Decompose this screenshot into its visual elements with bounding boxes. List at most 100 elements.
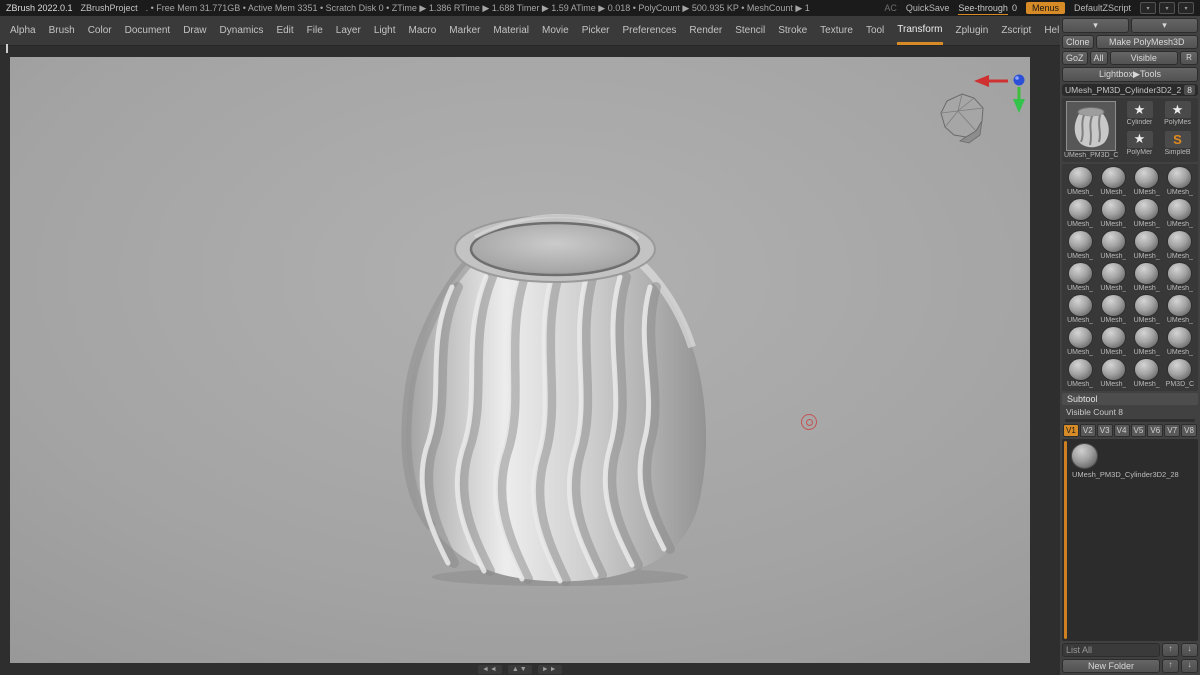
tool-thumbnail[interactable]: UMesh_ [1064,262,1096,293]
new-folder-button[interactable]: New Folder [1062,659,1160,673]
visibility-tab[interactable]: V5 [1130,424,1147,437]
canvas-scroll-vertical[interactable]: ▲▼ [507,665,532,674]
subtool-header[interactable]: Subtool [1062,393,1198,405]
tool-thumbnail[interactable]: UMesh_ [1131,262,1163,293]
menu-item[interactable]: Texture [820,16,853,45]
mesh-preview-head[interactable] [936,91,988,147]
menu-item[interactable]: Draw [183,16,206,45]
menu-item[interactable]: File [307,16,323,45]
tool-thumbnail[interactable]: UMesh_ [1164,262,1196,293]
menu-item[interactable]: Stencil [735,16,765,45]
menu-item[interactable]: Layer [336,16,361,45]
subtool-move-icon[interactable]: ↑ [1162,643,1179,657]
menu-item[interactable]: Dynamics [220,16,264,45]
tool-thumbnail[interactable]: UMesh_ [1164,166,1196,197]
palette-flyout-button[interactable]: ▾ [1131,18,1198,33]
sculpt-model-vase[interactable] [380,187,720,587]
quicksave-button[interactable]: QuickSave [906,3,950,13]
subtool-move-icon[interactable]: ↓ [1181,643,1198,657]
tool-thumbnail[interactable]: UMesh_ [1131,230,1163,261]
tool-thumbnail[interactable]: UMesh_ [1097,262,1129,293]
viewport-canvas[interactable] [10,57,1030,663]
folder-move-icon[interactable]: ↓ [1181,659,1198,673]
menu-item[interactable]: Transform [897,16,943,45]
active-tool-thumb[interactable]: UMesh_PM3D_C [1064,101,1118,159]
visibility-tab[interactable]: V2 [1079,424,1096,437]
tool-thumbnail[interactable]: UMesh_ [1097,294,1129,325]
menu-item[interactable]: Zscript [1001,16,1031,45]
menu-item[interactable]: Brush [49,16,75,45]
visibility-tab[interactable]: V1 [1063,424,1079,437]
subtool-scrollbar[interactable] [1064,441,1067,639]
tool-thumbnail[interactable]: UMesh_ [1097,358,1129,389]
menu-item[interactable]: Material [493,16,529,45]
menu-item[interactable]: Zplugin [956,16,989,45]
menu-item[interactable]: Color [88,16,112,45]
subtool-list[interactable]: UMesh_PM3D_Cylinder3D2_28 [1062,439,1198,641]
panel-dropdown-icon[interactable]: ▾ [1159,2,1175,14]
menu-item[interactable]: Preferences [622,16,676,45]
menu-item[interactable]: Picker [582,16,610,45]
panel-dropdown-icon[interactable]: ▾ [1178,2,1194,14]
menu-item[interactable]: Tool [866,16,884,45]
tool-thumbnail[interactable]: UMesh_ [1064,326,1096,357]
menus-button[interactable]: Menus [1025,2,1065,14]
tool-thumbnail[interactable]: UMesh_ [1164,230,1196,261]
tool-thumbnail[interactable]: UMesh_ [1064,198,1096,229]
subtool-item[interactable]: UMesh_PM3D_Cylinder3D2_28 [1072,444,1194,479]
tool-thumbnail[interactable]: PM3D_C [1164,358,1196,389]
tool-thumbnail[interactable]: UMesh_ [1164,294,1196,325]
recent-tool-cell[interactable]: ★ PolyMes [1159,101,1196,130]
palette-flyout-button[interactable]: ▾ [1062,18,1129,33]
tool-thumbnail[interactable]: UMesh_ [1164,198,1196,229]
default-zscript-button[interactable]: DefaultZScript [1074,3,1131,13]
tool-thumbnail[interactable]: UMesh_ [1164,326,1196,357]
tool-thumbnail[interactable]: UMesh_ [1131,358,1163,389]
clone-button[interactable]: Clone [1062,35,1094,49]
visibility-tab[interactable]: V7 [1164,424,1181,437]
visibility-tab[interactable]: V8 [1181,424,1197,437]
make-polymesh3d-button[interactable]: Make PolyMesh3D [1095,35,1198,49]
lightbox-tools-button[interactable]: Lightbox▶Tools [1062,67,1198,82]
tool-thumbnail[interactable]: UMesh_ [1097,166,1129,197]
menu-item[interactable]: Stroke [778,16,807,45]
goz-button[interactable]: GoZ [1062,51,1088,65]
menu-item[interactable]: Macro [409,16,437,45]
tool-thumbnail[interactable]: UMesh_ [1097,326,1129,357]
visible-count-track[interactable] [1065,419,1195,422]
visibility-tab[interactable]: V3 [1096,424,1113,437]
current-tool-name[interactable]: UMesh_PM3D_Cylinder3D2_2 8 [1062,84,1198,96]
tool-thumbnail[interactable]: UMesh_ [1064,230,1096,261]
folder-move-icon[interactable]: ↑ [1162,659,1179,673]
menu-item[interactable]: Edit [276,16,293,45]
menu-item[interactable]: Alpha [10,16,36,45]
tool-thumbnail[interactable]: UMesh_ [1064,294,1096,325]
tool-thumbnail[interactable]: UMesh_ [1064,166,1096,197]
canvas-scroll-left[interactable]: ◄◄ [478,665,502,674]
tool-thumbnail[interactable]: UMesh_ [1064,358,1096,389]
menu-item[interactable]: Document [125,16,171,45]
visibility-tab[interactable]: V6 [1147,424,1164,437]
goz-visible-button[interactable]: Visible [1109,51,1178,65]
tool-thumbnail[interactable]: UMesh_ [1097,230,1129,261]
tool-thumbnail[interactable]: UMesh_ [1097,198,1129,229]
menu-item[interactable]: Movie [542,16,569,45]
tool-thumbnail[interactable]: UMesh_ [1131,198,1163,229]
menu-item[interactable]: Light [374,16,396,45]
recent-tool-cell[interactable]: ★ Cylinder [1121,101,1158,130]
see-through-slider[interactable]: See-through 0 [958,3,1017,15]
tool-thumbnail[interactable]: UMesh_ [1131,166,1163,197]
recent-tool-cell[interactable]: ★ PolyMer [1121,130,1158,160]
tool-thumbnail[interactable]: UMesh_ [1131,326,1163,357]
menu-item[interactable]: Marker [449,16,480,45]
visibility-tab[interactable]: V4 [1113,424,1130,437]
tool-thumbnail[interactable]: UMesh_ [1131,294,1163,325]
list-all-button[interactable]: List All [1062,643,1160,657]
goz-r-button[interactable]: R [1180,51,1198,65]
goz-all-button[interactable]: All [1089,51,1108,65]
canvas-scroll-right[interactable]: ►► [537,665,562,674]
recent-tool-cell[interactable]: S SimpleB [1159,130,1196,160]
menu-item[interactable]: Render [689,16,722,45]
visible-count-slider[interactable]: Visible Count 8 [1062,407,1198,417]
panel-dropdown-icon[interactable]: ▾ [1140,2,1156,14]
